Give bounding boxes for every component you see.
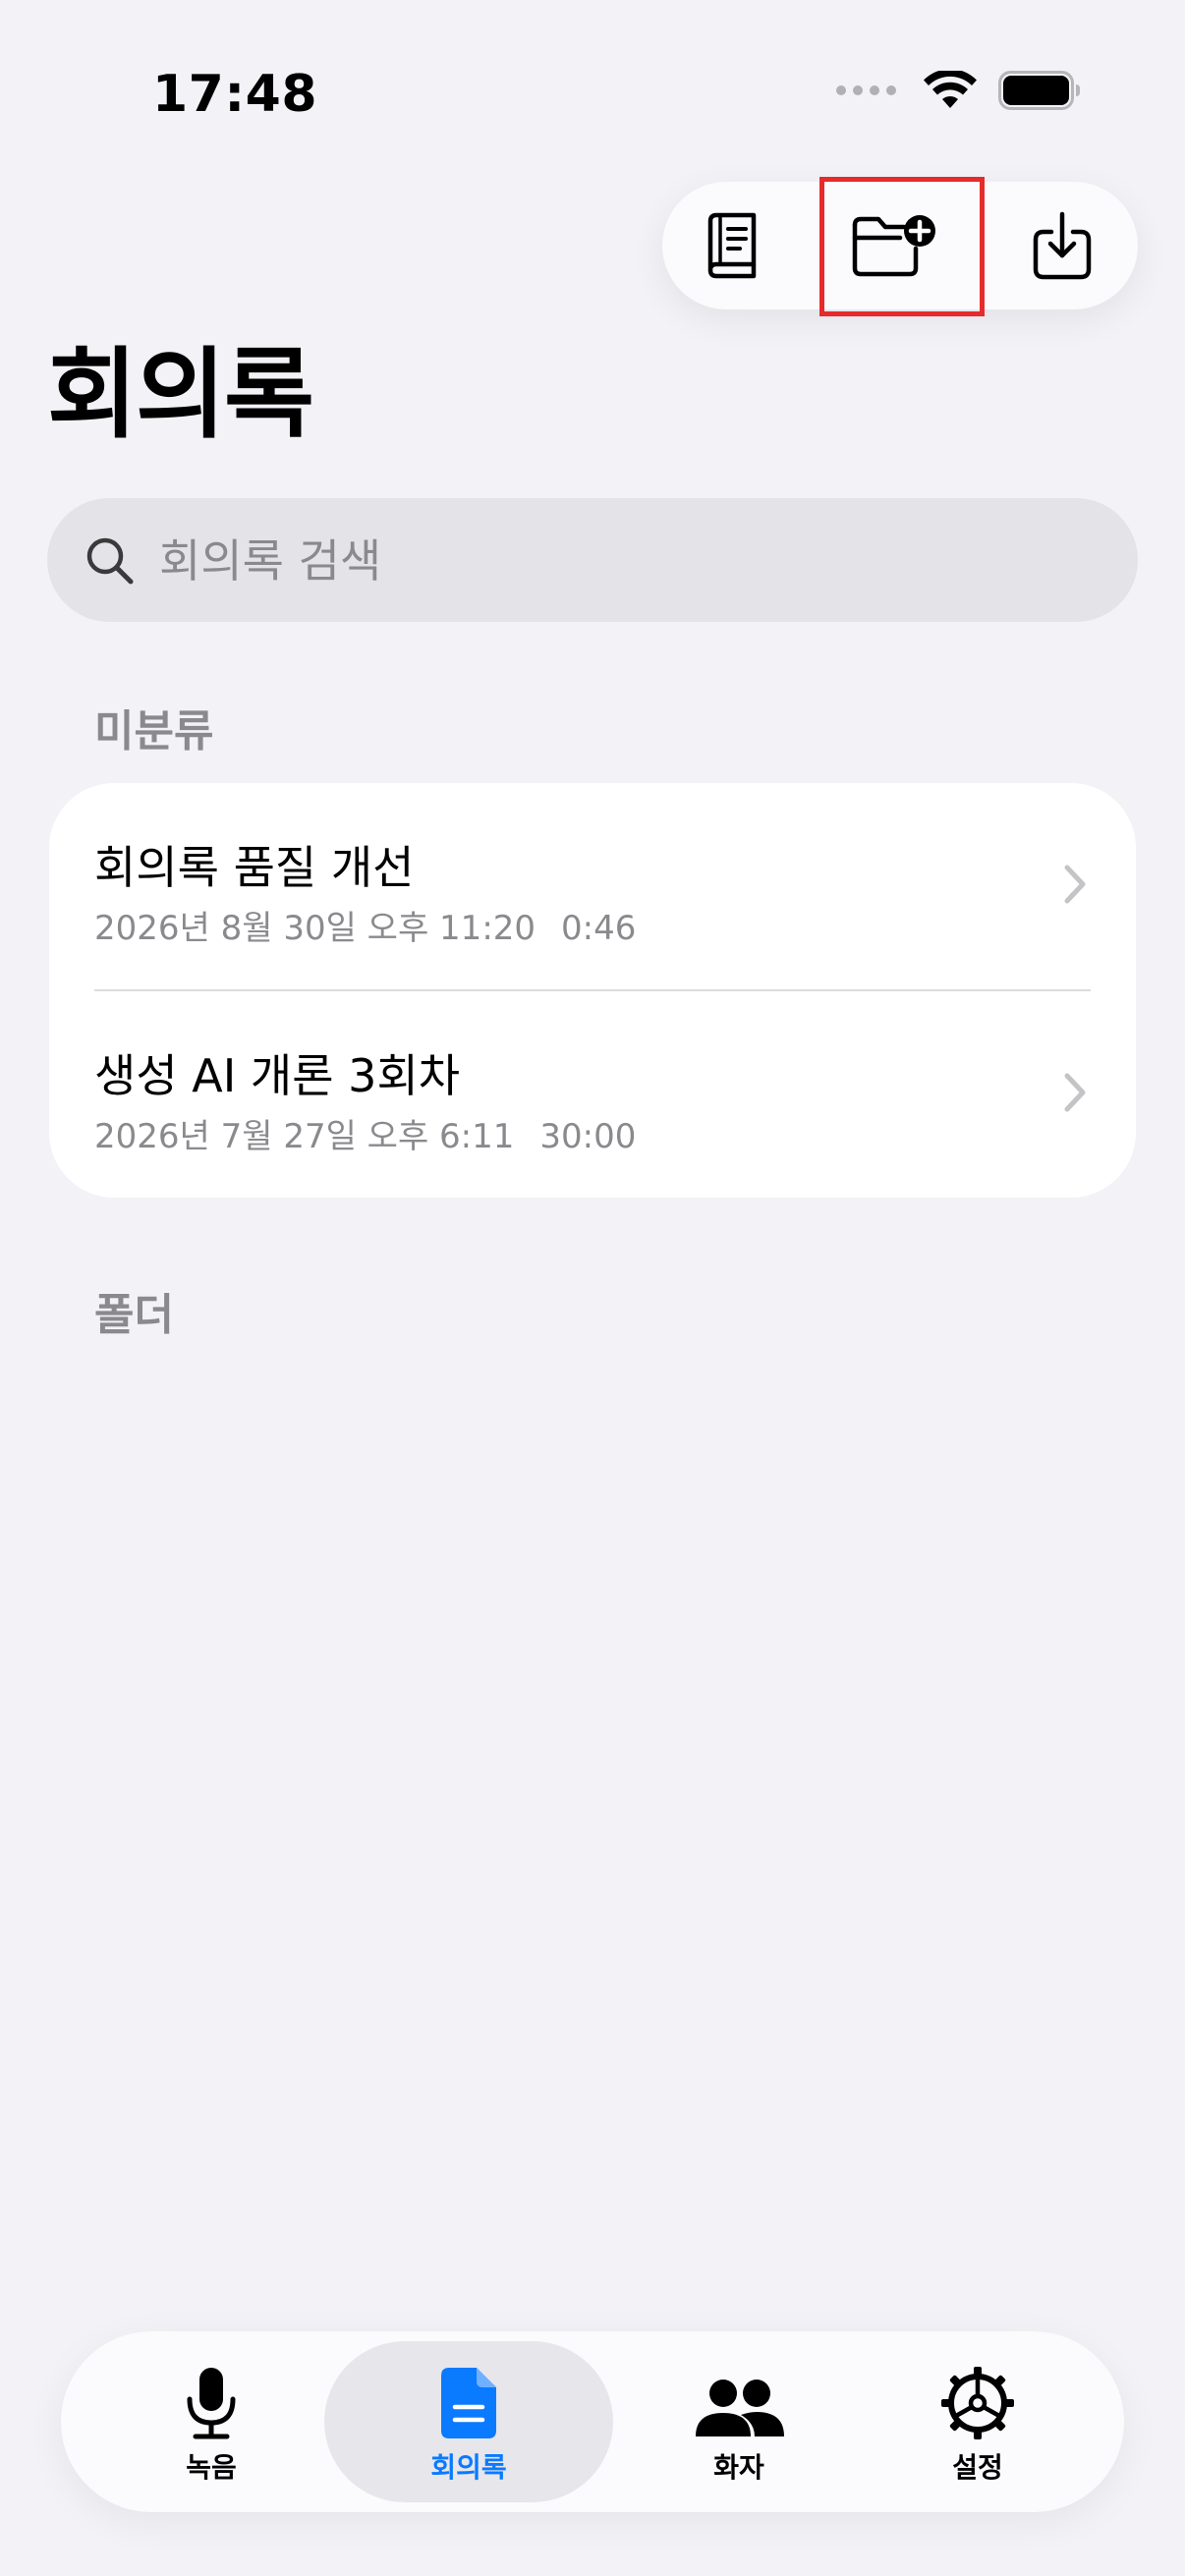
new-folder-icon <box>852 215 935 277</box>
wifi-icon <box>924 71 977 108</box>
tab-meetings[interactable]: 회의록 <box>324 2341 613 2502</box>
list-item-duration: 30:00 <box>539 1117 637 1156</box>
chevron-right-icon <box>1064 865 1086 904</box>
book-button[interactable] <box>662 182 800 309</box>
list-item-subtitle: 2026년 7월 27일 오후 6:11 30:00 <box>94 1109 636 1157</box>
gear-icon <box>941 2367 1014 2439</box>
list-item[interactable]: 회의록 품질 개선 2026년 8월 30일 오후 11:20 0:46 <box>49 783 1136 991</box>
tab-label: 설정 <box>952 2451 1003 2484</box>
status-time: 17:48 <box>152 65 318 124</box>
tab-label: 회의록 <box>430 2451 507 2484</box>
list-item[interactable]: 생성 AI 개론 3회차 2026년 7월 27일 오후 6:11 30:00 <box>49 991 1136 1198</box>
tab-label: 녹음 <box>186 2451 237 2484</box>
tab-bar: 녹음 회의록 화자 설정 <box>61 2331 1124 2512</box>
chevron-right-icon <box>1064 1073 1086 1112</box>
mic-icon <box>187 2368 236 2439</box>
meeting-list: 회의록 품질 개선 2026년 8월 30일 오후 11:20 0:46 생성 A… <box>49 783 1136 1198</box>
battery-icon <box>998 71 1080 110</box>
list-item-date: 2026년 8월 30일 오후 11:20 <box>94 909 536 948</box>
book-icon <box>707 212 757 279</box>
search-icon <box>86 537 134 585</box>
document-icon <box>441 2368 496 2438</box>
people-icon <box>696 2380 784 2436</box>
list-item-subtitle: 2026년 8월 30일 오후 11:20 0:46 <box>94 901 636 949</box>
search-bar[interactable] <box>47 498 1138 622</box>
page-title: 회의록 <box>47 337 314 452</box>
tab-settings[interactable]: 설정 <box>867 2341 1089 2502</box>
tab-speakers[interactable]: 화자 <box>617 2341 861 2502</box>
search-input[interactable] <box>157 528 1045 594</box>
download-icon <box>1033 211 1092 280</box>
status-icons <box>836 71 1081 110</box>
section-header-folders: 폴더 <box>94 1290 174 1340</box>
list-item-title: 회의록 품질 개선 <box>94 841 415 894</box>
list-item-duration: 0:46 <box>561 909 637 948</box>
tab-record[interactable]: 녹음 <box>100 2341 322 2502</box>
cellular-signal-icon <box>836 85 896 95</box>
import-button[interactable] <box>987 182 1138 309</box>
tab-label: 화자 <box>713 2451 764 2484</box>
list-item-title: 생성 AI 개론 3회차 <box>94 1049 461 1102</box>
section-header-uncategorized: 미분류 <box>94 706 214 756</box>
new-folder-button[interactable] <box>810 182 977 309</box>
list-item-date: 2026년 7월 27일 오후 6:11 <box>94 1117 515 1156</box>
toolbar <box>662 182 1138 309</box>
